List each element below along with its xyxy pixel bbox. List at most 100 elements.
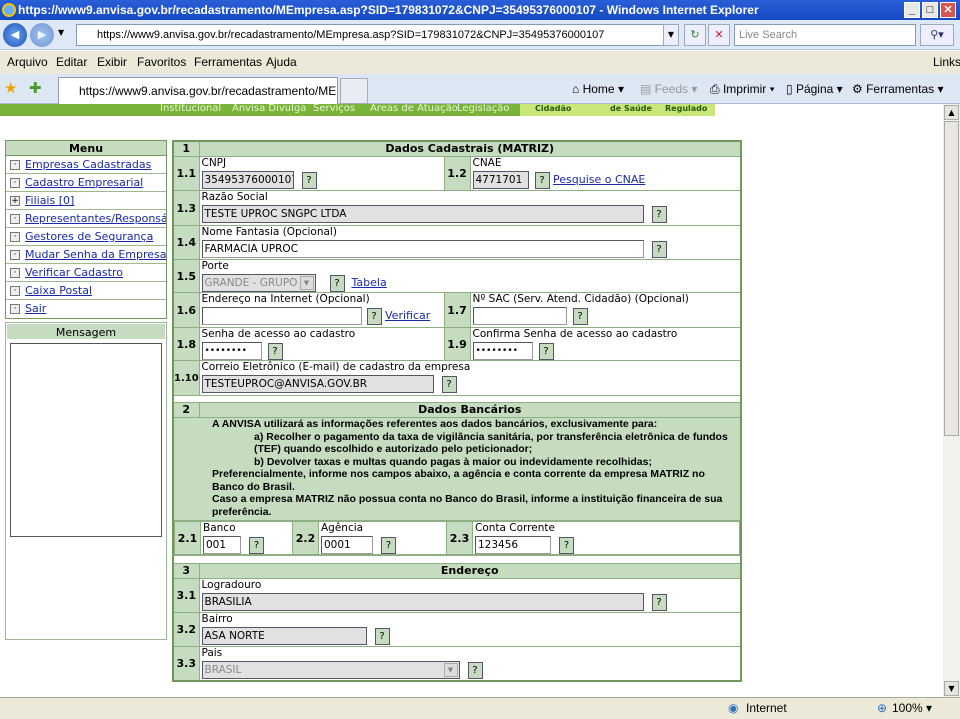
- refresh-button[interactable]: ↻: [684, 24, 706, 46]
- scroll-thumb[interactable]: [944, 121, 959, 436]
- conta-input[interactable]: 123456: [475, 536, 551, 554]
- tools-button[interactable]: ⚙ Ferramentas ▾: [852, 74, 943, 104]
- sidebar-link[interactable]: Representantes/Responsáveis: [25, 212, 166, 225]
- site-nav-institucional[interactable]: Institucional: [160, 104, 221, 114]
- verificar-link[interactable]: Verificar: [385, 309, 430, 322]
- search-input[interactable]: Live Search: [734, 24, 916, 46]
- sidebar-link[interactable]: Empresas Cadastradas: [25, 158, 151, 171]
- sidebar-link[interactable]: Filiais [0]: [25, 194, 74, 207]
- help-button[interactable]: ?: [301, 171, 317, 189]
- bairro-input[interactable]: ASA NORTE: [201, 627, 367, 645]
- site-nav-saude[interactable]: de Saúde: [610, 104, 652, 114]
- field-number: 1.4: [172, 225, 200, 260]
- sidebar-item-representantes[interactable]: · Representantes/Responsáveis: [6, 210, 166, 228]
- help-button[interactable]: ?: [267, 342, 283, 360]
- vertical-scrollbar[interactable]: ▲ ▼: [943, 104, 960, 697]
- sac-label: Nº SAC (Serv. Atend. Cidadão) (Opcional): [472, 293, 689, 305]
- site-nav-regulado[interactable]: Regulado: [665, 104, 707, 114]
- links-menu[interactable]: Links: [933, 51, 960, 74]
- help-button[interactable]: ?: [538, 342, 554, 360]
- help-button[interactable]: ?: [329, 274, 345, 292]
- search-cnae-link[interactable]: Pesquise o CNAE: [553, 173, 645, 186]
- search-icon[interactable]: ⚲▾: [920, 24, 954, 46]
- scroll-up-icon[interactable]: ▲: [944, 105, 959, 120]
- address-dropdown-icon[interactable]: ▼: [663, 24, 679, 46]
- minimize-button[interactable]: _: [904, 2, 920, 18]
- chevron-down-icon: ▼: [299, 276, 314, 290]
- menu-ajuda[interactable]: Ajuda: [266, 51, 297, 74]
- site-nav-legislacao[interactable]: Legislação: [457, 104, 510, 114]
- sidebar-link[interactable]: Sair: [25, 302, 46, 315]
- menu-exibir[interactable]: Exibir: [97, 51, 127, 74]
- help-button[interactable]: ?: [651, 205, 667, 223]
- menu-favoritos[interactable]: Favoritos: [137, 51, 186, 74]
- sidebar-item-cadastro[interactable]: · Cadastro Empresarial: [6, 174, 166, 192]
- help-button[interactable]: ?: [374, 627, 390, 645]
- help-button[interactable]: ?: [559, 536, 574, 554]
- help-button[interactable]: ?: [366, 307, 382, 325]
- sidebar-link[interactable]: Verificar Cadastro: [25, 266, 123, 279]
- sidebar-item-sair[interactable]: · Sair: [6, 300, 166, 318]
- sidebar-item-gestores[interactable]: · Gestores de Segurança: [6, 228, 166, 246]
- sidebar-item-empresas[interactable]: · Empresas Cadastradas: [6, 156, 166, 174]
- sidebar-link[interactable]: Cadastro Empresarial: [25, 176, 143, 189]
- password-input[interactable]: ••••••••: [201, 342, 262, 360]
- email-input[interactable]: TESTEUPROC@ANVISA.GOV.BR: [201, 375, 434, 393]
- sidebar-item-caixa-postal[interactable]: · Caixa Postal: [6, 282, 166, 300]
- company-form: 1 Dados Cadastrais (MATRIZ) 1.1 CNPJ 35495…: [172, 140, 742, 682]
- history-dropdown-icon[interactable]: ▼: [58, 28, 64, 37]
- menu-editar[interactable]: Editar: [56, 51, 87, 74]
- menu-ferramentas[interactable]: Ferramentas: [194, 51, 262, 74]
- site-nav-anvisa-divulga[interactable]: Anvisa Divulga: [232, 104, 306, 114]
- site-nav-servicos[interactable]: Serviços: [313, 104, 355, 114]
- message-textarea[interactable]: [10, 343, 162, 537]
- add-favorite-icon[interactable]: ✚: [29, 74, 42, 104]
- zoom-level[interactable]: 100% ▾: [892, 698, 932, 718]
- tab-current[interactable]: https://www9.anvisa.gov.br/recadastramen…: [58, 77, 338, 104]
- pais-select[interactable]: BRASIL ▼: [201, 661, 460, 679]
- site-nav-cidadao[interactable]: Cidadão: [535, 104, 571, 114]
- sidebar-item-filiais[interactable]: + Filiais [0]: [6, 192, 166, 210]
- help-button[interactable]: ?: [441, 375, 457, 393]
- help-button[interactable]: ?: [381, 536, 396, 554]
- sidebar-item-mudar-senha[interactable]: · Mudar Senha da Empresa: [6, 246, 166, 264]
- agencia-input[interactable]: 0001: [321, 536, 373, 554]
- back-button[interactable]: ◀: [3, 23, 27, 47]
- close-button[interactable]: ✕: [940, 2, 956, 18]
- razao-social-input[interactable]: TESTE UPROC SNGPC LTDA: [201, 205, 644, 223]
- new-tab-button[interactable]: [340, 78, 368, 104]
- cnpj-input[interactable]: 35495376000107: [201, 171, 294, 189]
- cnae-input[interactable]: 4771701: [472, 171, 529, 189]
- help-button[interactable]: ?: [249, 536, 264, 554]
- site-nav-areas[interactable]: Áreas de Atuação: [370, 104, 458, 114]
- sidebar-link[interactable]: Mudar Senha da Empresa: [25, 248, 166, 261]
- help-button[interactable]: ?: [572, 307, 588, 325]
- forward-button[interactable]: ▶: [30, 23, 54, 47]
- help-button[interactable]: ?: [534, 171, 550, 189]
- stop-button[interactable]: ✕: [708, 24, 730, 46]
- website-input[interactable]: [201, 307, 362, 325]
- home-button[interactable]: ⌂ Home ▾: [572, 74, 624, 104]
- banco-input[interactable]: 001: [203, 536, 241, 554]
- maximize-button[interactable]: □: [922, 2, 938, 18]
- porte-select[interactable]: GRANDE - GRUPO I ▼: [201, 274, 316, 292]
- tabela-link[interactable]: Tabela: [352, 276, 387, 289]
- expand-icon[interactable]: +: [10, 196, 20, 206]
- print-button[interactable]: ⎙ Imprimir ▾: [710, 74, 775, 104]
- sidebar-item-verificar[interactable]: · Verificar Cadastro: [6, 264, 166, 282]
- page-button[interactable]: ▯ Página ▾: [786, 74, 843, 104]
- confirm-password-input[interactable]: ••••••••: [472, 342, 533, 360]
- scroll-down-icon[interactable]: ▼: [944, 681, 959, 696]
- sidebar-link[interactable]: Caixa Postal: [25, 284, 92, 297]
- sidebar-link[interactable]: Gestores de Segurança: [25, 230, 153, 243]
- logradouro-input[interactable]: BRASILIA: [201, 593, 644, 611]
- nome-fantasia-input[interactable]: FARMACIA UPROC: [201, 240, 644, 258]
- help-button[interactable]: ?: [651, 593, 667, 611]
- sac-input[interactable]: [472, 307, 567, 325]
- feeds-button[interactable]: ▤ Feeds ▾: [640, 74, 697, 104]
- menu-arquivo[interactable]: Arquivo: [7, 51, 48, 74]
- help-button[interactable]: ?: [467, 661, 483, 679]
- favorites-star-icon[interactable]: ★: [4, 74, 17, 104]
- address-bar[interactable]: https://www9.anvisa.gov.br/recadastramen…: [76, 24, 679, 46]
- help-button[interactable]: ?: [651, 240, 667, 258]
